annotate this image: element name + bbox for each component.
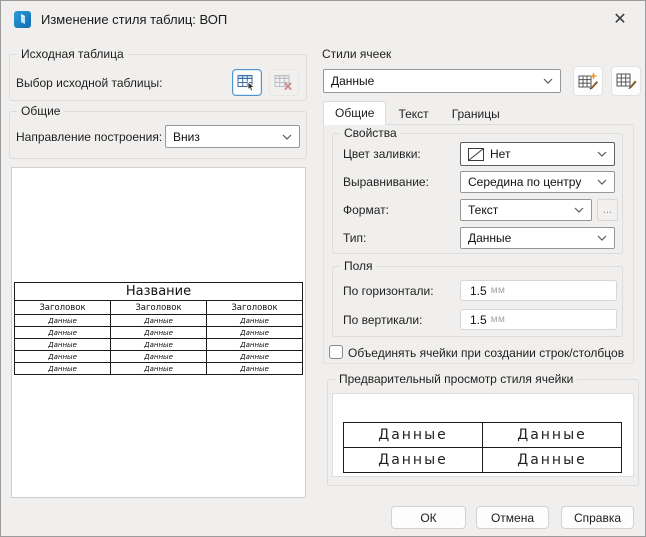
cancel-button[interactable]: Отмена (476, 506, 549, 529)
tab-borders[interactable]: Границы (441, 103, 511, 124)
chevron-down-icon (574, 207, 584, 213)
ok-button[interactable]: ОК (391, 506, 466, 529)
cell-style-tabs: Общие Текст Границы (323, 102, 634, 125)
vertical-margin-label: По вертикали: (343, 313, 422, 327)
direction-value: Вниз (173, 130, 200, 144)
chevron-down-icon (282, 134, 292, 140)
window-title: Изменение стиля таблиц: ВОП (41, 12, 227, 27)
cell-style-preview-table: Данные Данные Данные Данные (343, 422, 622, 473)
preview-data-cell: Данные (207, 363, 303, 375)
new-cell-style-button[interactable] (573, 66, 603, 96)
preview-header-cell: Заголовок (207, 301, 303, 315)
chevron-down-icon (597, 151, 607, 157)
cell-style-preview-title: Предварительный просмотр стиля ячейки (335, 372, 577, 386)
preview-data-cell: Данные (207, 327, 303, 339)
select-table-button[interactable] (232, 69, 262, 96)
general-group: Общие Направление построения: Вниз (9, 111, 307, 159)
fill-color-label: Цвет заливки: (343, 147, 421, 161)
preview-data-cell: Данные (207, 339, 303, 351)
cell-style-preview-group: Предварительный просмотр стиля ячейки Да… (327, 379, 639, 486)
alignment-value: Середина по центру (468, 175, 581, 189)
chevron-down-icon (597, 235, 607, 241)
close-icon[interactable]: ✕ (605, 6, 635, 32)
app-icon (13, 10, 32, 29)
preview-data-cell: Данные (15, 351, 111, 363)
properties-group: Свойства Цвет заливки: Нет Выравнивание:… (332, 133, 623, 254)
horizontal-margin-label: По горизонтали: (343, 284, 434, 298)
tab-general[interactable]: Общие (323, 101, 386, 125)
source-table-group-title: Исходная таблица (17, 47, 128, 61)
cell-preview-cell: Данные (483, 448, 622, 473)
type-value: Данные (468, 231, 511, 245)
margins-group: Поля По горизонтали: 1.5 мм По вертикали… (332, 266, 623, 337)
cell-style-preview-pane: Данные Данные Данные Данные (332, 393, 634, 477)
horizontal-margin-input[interactable]: 1.5 мм (460, 280, 617, 301)
select-table-icon (237, 74, 257, 92)
alignment-label: Выравнивание: (343, 175, 429, 189)
cell-preview-cell: Данные (344, 448, 483, 473)
preview-data-cell: Данные (207, 315, 303, 327)
select-source-table-label: Выбор исходной таблицы: (16, 76, 162, 90)
source-table-group: Исходная таблица Выбор исходной таблицы: (9, 54, 307, 101)
remove-table-icon (274, 74, 294, 92)
properties-group-title: Свойства (340, 126, 401, 140)
type-label: Тип: (343, 231, 366, 245)
general-group-title: Общие (17, 104, 64, 118)
direction-select[interactable]: Вниз (165, 125, 300, 148)
cell-style-value: Данные (331, 74, 374, 88)
preview-data-cell: Данные (15, 315, 111, 327)
preview-data-cell: Данные (207, 351, 303, 363)
table-preview: Название Заголовок Заголовок Заголовок Д… (14, 282, 303, 375)
cell-style-select[interactable]: Данные (323, 69, 561, 93)
cell-preview-cell: Данные (483, 423, 622, 448)
fill-none-swatch-icon (468, 148, 484, 161)
new-cell-style-icon (578, 72, 599, 91)
merge-cells-checkbox[interactable] (329, 345, 343, 359)
format-select[interactable]: Текст (460, 199, 592, 221)
title-bar: Изменение стиля таблиц: ВОП ✕ (1, 1, 645, 37)
horizontal-margin-unit: мм (491, 285, 506, 296)
manage-cell-styles-button[interactable] (611, 66, 641, 96)
cell-preview-cell: Данные (344, 423, 483, 448)
preview-data-cell: Данные (111, 327, 207, 339)
preview-data-cell: Данные (15, 339, 111, 351)
direction-label: Направление построения: (16, 130, 162, 144)
fill-color-select[interactable]: Нет (460, 142, 615, 166)
format-value: Текст (468, 203, 498, 217)
preview-table-title: Название (15, 283, 303, 301)
preview-data-cell: Данные (111, 363, 207, 375)
help-button[interactable]: Справка (561, 506, 634, 529)
margins-group-title: Поля (340, 259, 377, 273)
merge-cells-label: Объединять ячейки при создании строк/сто… (348, 346, 624, 360)
manage-cell-styles-icon (616, 72, 637, 91)
format-more-button[interactable]: ... (597, 199, 618, 221)
chevron-down-icon (543, 78, 553, 84)
type-select[interactable]: Данные (460, 227, 615, 249)
table-preview-pane: Название Заголовок Заголовок Заголовок Д… (11, 167, 306, 498)
vertical-margin-value: 1.5 (470, 313, 487, 327)
cell-styles-label: Стили ячеек (322, 47, 391, 61)
fill-color-value: Нет (490, 147, 510, 161)
preview-data-cell: Данные (15, 327, 111, 339)
chevron-down-icon (597, 179, 607, 185)
remove-table-button[interactable] (269, 69, 299, 96)
preview-data-cell: Данные (111, 351, 207, 363)
preview-data-cell: Данные (111, 339, 207, 351)
tab-text[interactable]: Текст (387, 103, 439, 124)
vertical-margin-input[interactable]: 1.5 мм (460, 309, 617, 330)
preview-data-cell: Данные (15, 363, 111, 375)
preview-header-cell: Заголовок (111, 301, 207, 315)
vertical-margin-unit: мм (491, 314, 506, 325)
horizontal-margin-value: 1.5 (470, 284, 487, 298)
preview-data-cell: Данные (111, 315, 207, 327)
format-label: Формат: (343, 203, 389, 217)
alignment-select[interactable]: Середина по центру (460, 171, 615, 193)
preview-header-cell: Заголовок (15, 301, 111, 315)
table-style-dialog: Изменение стиля таблиц: ВОП ✕ Исходная т… (0, 0, 646, 537)
